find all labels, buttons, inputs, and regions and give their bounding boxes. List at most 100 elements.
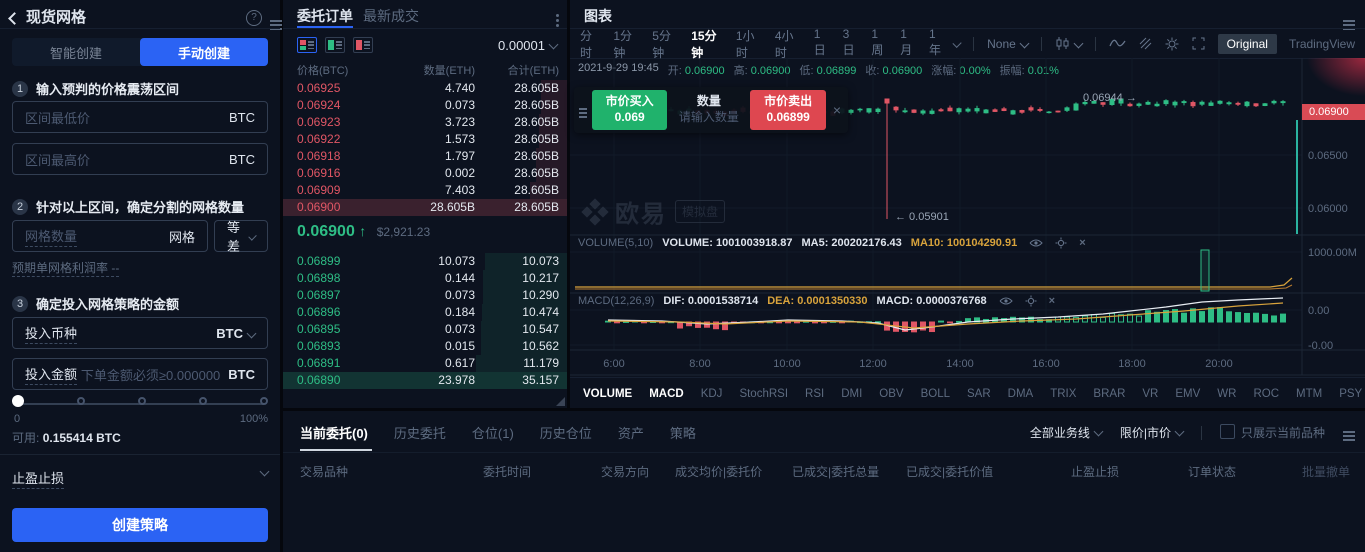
- ask-row[interactable]: 0.069221.57328.605B: [283, 131, 567, 148]
- ask-row[interactable]: 0.069240.07328.605B: [283, 97, 567, 114]
- timeframe-1周[interactable]: 1周: [871, 27, 887, 61]
- close-icon[interactable]: ×: [1079, 237, 1085, 249]
- timeframe-1日[interactable]: 1日: [814, 27, 830, 61]
- indicator-tab-kdj[interactable]: KDJ: [701, 388, 723, 400]
- orders-tab-资产[interactable]: 资产: [618, 423, 644, 442]
- price-cell: 0.06897: [297, 288, 340, 302]
- grid-count-input[interactable]: 网格数量 网格: [12, 220, 208, 252]
- orders-tab-仓位(1)[interactable]: 仓位(1): [472, 423, 514, 442]
- chart-mode-original[interactable]: Original: [1218, 34, 1277, 54]
- current-pair-checkbox[interactable]: 只展示当前品种: [1220, 424, 1325, 441]
- chart-type-select[interactable]: [1055, 36, 1082, 51]
- line-overlay-icon[interactable]: [1109, 38, 1126, 49]
- indicator-tab-psy[interactable]: PSY: [1339, 388, 1362, 400]
- market-buy-button[interactable]: 市价买入0.069: [592, 90, 667, 130]
- indicator-tab-boll[interactable]: BOLL: [921, 388, 950, 400]
- indicator-tab-macd[interactable]: MACD: [649, 388, 684, 400]
- ask-row[interactable]: 0.069160.00228.605B: [283, 165, 567, 182]
- invest-amount-input[interactable]: 投入金额 下单金额必须≥0.000000 BTC: [12, 358, 268, 390]
- timeframe-1小时[interactable]: 1小时: [736, 27, 762, 61]
- indicator-tab-roc[interactable]: ROC: [1253, 388, 1279, 400]
- draw-tools-icon[interactable]: [1139, 37, 1152, 50]
- eye-icon[interactable]: [1029, 238, 1043, 248]
- invest-currency-select[interactable]: 投入币种 BTC: [12, 317, 268, 349]
- orders-tab-历史仓位[interactable]: 历史仓位: [540, 423, 592, 442]
- grid-mode-select[interactable]: 等差: [214, 220, 268, 252]
- range-high-input[interactable]: 区间最高价 BTC: [12, 143, 268, 175]
- indicator-tab-mtm[interactable]: MTM: [1296, 388, 1322, 400]
- orders-tab-策略[interactable]: 策略: [670, 423, 696, 442]
- bid-row[interactable]: 0.068960.18410.474: [283, 304, 567, 321]
- ask-row[interactable]: 0.069181.79728.605B: [283, 148, 567, 165]
- book-view-asks-icon[interactable]: [353, 37, 373, 53]
- bid-row[interactable]: 0.068910.61711.179: [283, 355, 567, 372]
- bid-row[interactable]: 0.0689910.07310.073: [283, 253, 567, 270]
- tab-manual-create[interactable]: 手动创建: [140, 38, 268, 66]
- indicator-tab-emv[interactable]: EMV: [1175, 388, 1200, 400]
- bid-row[interactable]: 0.068950.07310.547: [283, 321, 567, 338]
- quantity-input[interactable]: 数量 请输入数量: [670, 90, 747, 130]
- price-type-select[interactable]: 限价|市价: [1120, 424, 1183, 441]
- timeframe-1月[interactable]: 1月: [900, 27, 916, 61]
- bid-row[interactable]: 0.0689023.97835.157: [283, 372, 567, 389]
- indicator-tab-brar[interactable]: BRAR: [1093, 388, 1125, 400]
- tab-order-book[interactable]: 委托订单: [297, 6, 353, 26]
- precision-select[interactable]: 0.00001: [498, 38, 557, 53]
- ask-row[interactable]: 0.069254.74028.605B: [283, 80, 567, 97]
- orders-menu-icon[interactable]: [1343, 426, 1355, 440]
- create-strategy-button[interactable]: 创建策略: [12, 508, 268, 542]
- indicator-tab-wr[interactable]: WR: [1217, 388, 1236, 400]
- timeframe-4小时[interactable]: 4小时: [775, 27, 801, 61]
- indicator-tab-stochrsi[interactable]: StochRSI: [739, 388, 788, 400]
- book-view-bids-icon[interactable]: [325, 37, 345, 53]
- indicator-tab-vr[interactable]: VR: [1142, 388, 1158, 400]
- orders-tab-历史委托[interactable]: 历史委托: [394, 423, 446, 442]
- close-icon[interactable]: ×: [1049, 295, 1055, 307]
- bid-row[interactable]: 0.068930.01510.562: [283, 338, 567, 355]
- widget-close-icon[interactable]: ×: [833, 102, 841, 118]
- business-line-select[interactable]: 全部业务线: [1030, 424, 1102, 441]
- chart-settings-gear-icon[interactable]: [1165, 37, 1179, 51]
- bid-row[interactable]: 0.068970.07310.290: [283, 287, 567, 304]
- panel-drag-icon[interactable]: [556, 9, 559, 27]
- ask-row[interactable]: 0.0690028.605B28.605B: [283, 199, 567, 216]
- fullscreen-icon[interactable]: [1192, 37, 1205, 50]
- indicator-tab-trix[interactable]: TRIX: [1050, 388, 1076, 400]
- indicator-tab-sar[interactable]: SAR: [967, 388, 991, 400]
- chart-mode-tradingview[interactable]: TradingView: [1289, 37, 1355, 51]
- timeframe-3日[interactable]: 3日: [843, 27, 859, 61]
- gear-icon[interactable]: [1055, 237, 1067, 249]
- indicator-tab-dmi[interactable]: DMI: [841, 388, 862, 400]
- col-price: 价格(BTC): [297, 62, 348, 78]
- timeframe-1分钟[interactable]: 1分钟: [613, 27, 639, 61]
- indicator-tab-dma[interactable]: DMA: [1008, 388, 1034, 400]
- slider-knob[interactable]: [12, 395, 24, 407]
- back-chevron-icon[interactable]: [10, 10, 19, 28]
- orders-tab-当前委托(0)[interactable]: 当前委托(0): [300, 423, 368, 442]
- resize-handle[interactable]: [556, 397, 565, 406]
- ask-row[interactable]: 0.069233.72328.605B: [283, 114, 567, 131]
- range-low-input[interactable]: 区间最低价 BTC: [12, 101, 268, 133]
- overlay-indicator-select[interactable]: None: [987, 37, 1028, 51]
- tab-smart-create[interactable]: 智能创建: [12, 38, 140, 66]
- market-sell-button[interactable]: 市价卖出0.06899: [750, 90, 825, 130]
- gear-icon[interactable]: [1025, 295, 1037, 307]
- timeframe-5分钟[interactable]: 5分钟: [652, 27, 678, 61]
- tpsl-toggle[interactable]: 止盈止损: [12, 468, 268, 489]
- timeframe-分时[interactable]: 分时: [580, 27, 600, 61]
- timeframe-15分钟[interactable]: 15分钟: [691, 27, 723, 61]
- table-header-8[interactable]: 批量撤单: [1302, 463, 1350, 480]
- ask-row[interactable]: 0.069097.40328.605B: [283, 182, 567, 199]
- last-price-row[interactable]: 0.06900 ↑ $2,921.23: [297, 223, 430, 241]
- indicator-tab-volume[interactable]: VOLUME: [583, 388, 632, 400]
- timeframe-more-chevron-icon[interactable]: [952, 39, 961, 48]
- indicator-tab-obv[interactable]: OBV: [879, 388, 903, 400]
- timeframe-1年[interactable]: 1年: [929, 27, 945, 61]
- bid-row[interactable]: 0.068980.14410.217: [283, 270, 567, 287]
- widget-drag-icon[interactable]: [579, 101, 587, 119]
- eye-icon[interactable]: [999, 296, 1013, 306]
- book-view-both-icon[interactable]: [297, 37, 317, 53]
- help-icon[interactable]: ?: [246, 7, 262, 26]
- tab-recent-trades[interactable]: 最新成交: [363, 6, 419, 26]
- indicator-tab-rsi[interactable]: RSI: [805, 388, 824, 400]
